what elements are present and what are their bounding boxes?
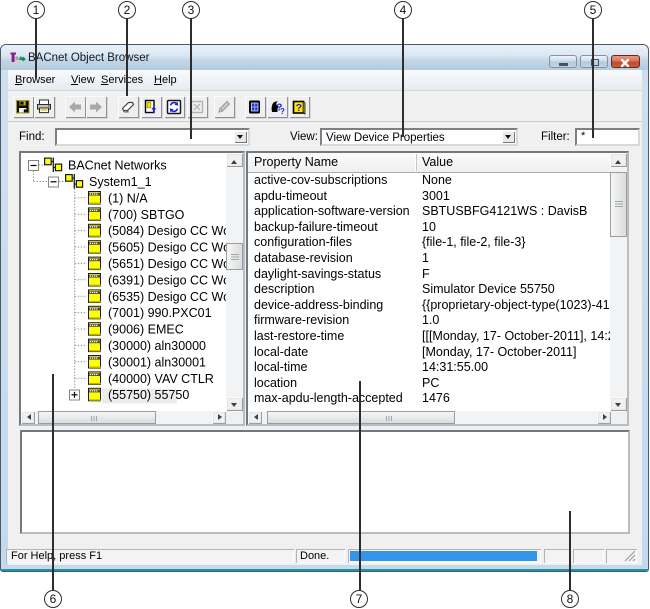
svg-text:BACnet Networks: BACnet Networks <box>68 159 167 173</box>
svg-text:(30001) aln30001: (30001) aln30001 <box>108 355 206 369</box>
svg-text:(55750) 55750: (55750) 55750 <box>108 388 189 402</box>
svg-text:?: ? <box>280 107 285 115</box>
svg-text:(5084) Desigo CC Wor: (5084) Desigo CC Wor <box>108 224 226 238</box>
svg-text:System1_1: System1_1 <box>89 175 152 189</box>
svg-text:(9006) EMEC: (9006) EMEC <box>108 323 184 337</box>
svg-text:(5651) Desigo CC Wor: (5651) Desigo CC Wor <box>108 257 226 271</box>
svg-text:(6535) Desigo CC Wor: (6535) Desigo CC Wor <box>108 290 226 304</box>
svg-text:(700) SBTGO: (700) SBTGO <box>108 208 185 222</box>
svg-text:(1) N/A: (1) N/A <box>108 191 148 205</box>
svg-text:(6391) Desigo CC Wor: (6391) Desigo CC Wor <box>108 273 226 287</box>
svg-text:?: ? <box>296 102 302 114</box>
svg-text:(7001) 990.PXC01: (7001) 990.PXC01 <box>108 306 212 320</box>
svg-text:(5605) Desigo CC Wor: (5605) Desigo CC Wor <box>108 241 226 255</box>
svg-text:(40000) VAV CTLR: (40000) VAV CTLR <box>108 372 214 386</box>
svg-text:(30000) aln30000: (30000) aln30000 <box>108 339 206 353</box>
